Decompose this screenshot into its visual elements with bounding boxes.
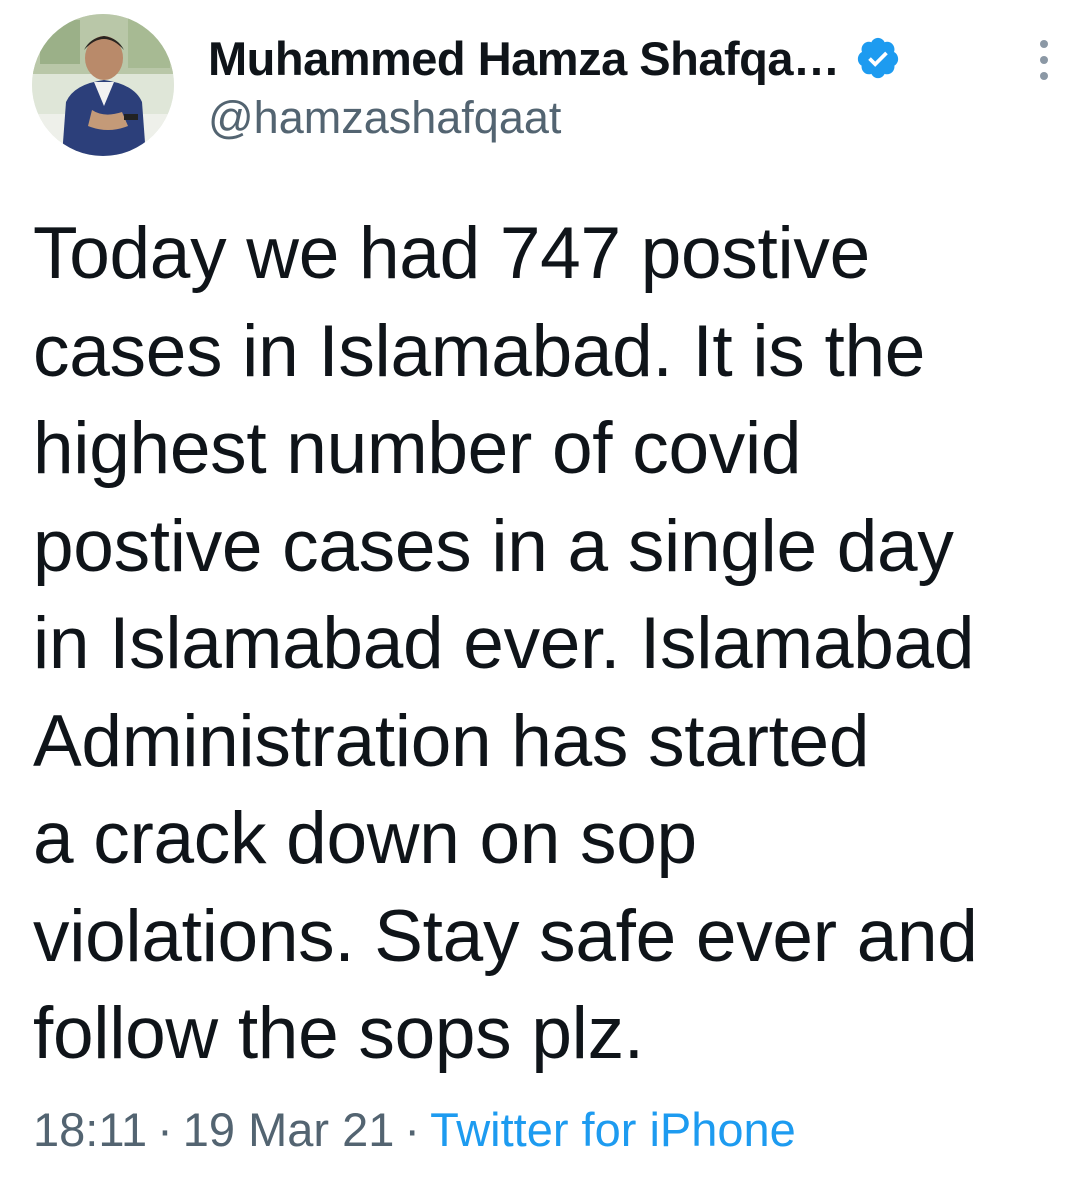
tweet-meta: 18:11 · 19 Mar 21 · Twitter for iPhone <box>33 1102 796 1157</box>
tweet-text-line: Administration has started <box>33 700 870 782</box>
display-name[interactable]: Muhammed Hamza Shafqa… <box>208 31 840 86</box>
display-name-row: Muhammed Hamza Shafqa… <box>208 28 901 88</box>
author-handle[interactable]: @hamzashafqaat <box>208 92 901 144</box>
avatar-photo <box>32 14 174 156</box>
avatar[interactable] <box>32 14 174 156</box>
tweet-text-line: postive cases in a single day <box>33 505 954 587</box>
tweet-text-line: Today we had 747 postive <box>33 213 870 294</box>
verified-badge-icon <box>858 37 899 79</box>
tweet-text-line: in Islamabad ever. Islamabad <box>33 603 975 684</box>
tweet-text-line: highest number of covid <box>33 408 802 489</box>
tweet-time[interactable]: 18:11 <box>33 1103 147 1156</box>
tweet-text-line: follow the sops plz. <box>33 993 644 1074</box>
tweet-text-line: a crack down on sop <box>33 798 697 879</box>
tweet-source-link[interactable]: Twitter for iPhone <box>430 1103 796 1156</box>
tweet-text-line: cases in Islamabad. It is the <box>33 310 926 392</box>
tweet-text: Today we had 747 postive cases in Islama… <box>33 205 1053 1083</box>
tweet-date[interactable]: 19 Mar 21 <box>183 1103 395 1156</box>
author-names: Muhammed Hamza Shafqa… @hamzashafqaat <box>208 28 901 144</box>
meta-separator: · <box>157 1103 173 1156</box>
meta-separator: · <box>404 1103 421 1156</box>
tweet-text-line: violations. Stay safe ever and <box>33 895 978 977</box>
tweet-header: Muhammed Hamza Shafqa… @hamzashafqaat <box>32 14 1052 159</box>
more-vertical-icon[interactable] <box>1036 36 1052 84</box>
tweet-detail: Muhammed Hamza Shafqa… @hamzashafqaat To… <box>0 0 1080 1197</box>
